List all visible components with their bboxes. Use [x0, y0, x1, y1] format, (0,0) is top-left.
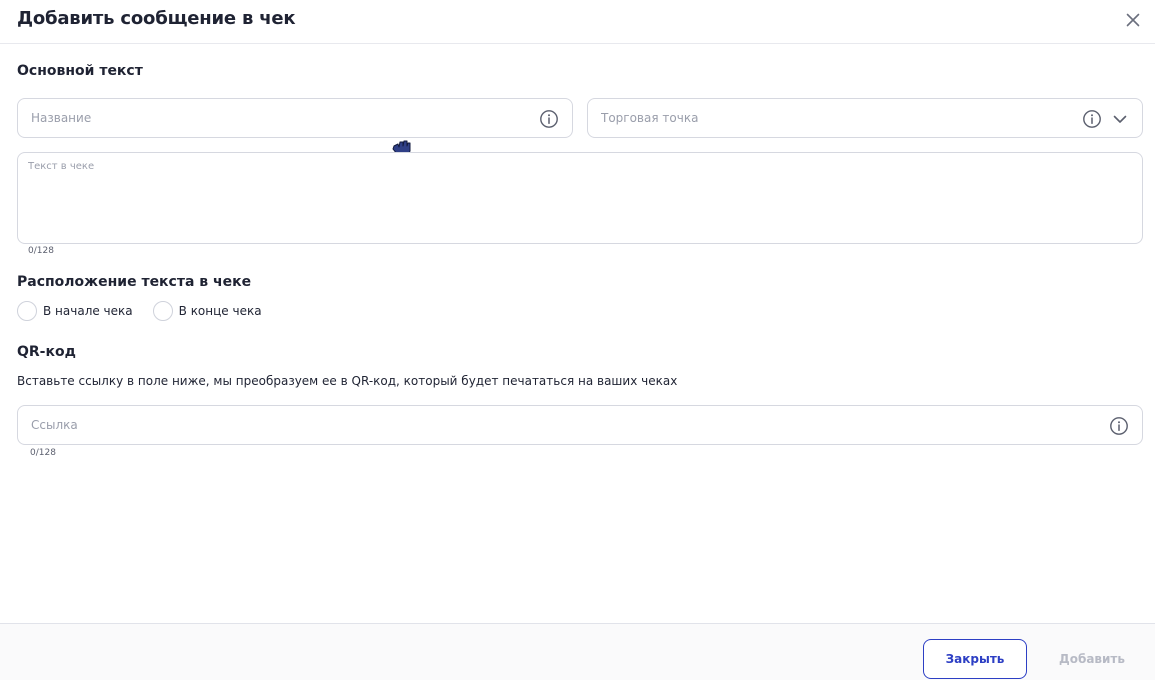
radio-circle[interactable] — [152, 301, 173, 321]
link-counter: 0/128 — [30, 448, 56, 458]
receipt-text-input[interactable] — [28, 161, 1132, 237]
radio-end-of-receipt[interactable]: В конце чека — [152, 301, 262, 321]
radio-label: В начале чека — [43, 304, 133, 318]
add-receipt-message-dialog: Добавить сообщение в чек Основной текст … — [0, 0, 1155, 680]
close-icon[interactable] — [1123, 10, 1143, 30]
link-field[interactable] — [17, 405, 1143, 445]
dialog-header: Добавить сообщение в чек — [0, 0, 1155, 44]
store-input[interactable] — [601, 99, 1095, 137]
close-button[interactable]: Закрыть — [923, 639, 1027, 679]
position-heading: Расположение текста в чеке — [17, 274, 252, 290]
store-select[interactable] — [587, 98, 1143, 138]
radio-label: В конце чека — [178, 304, 262, 318]
name-input[interactable] — [31, 99, 525, 137]
position-radio-group: В начале чека В конце чека — [17, 300, 282, 322]
radio-circle[interactable] — [17, 301, 37, 321]
name-field[interactable] — [17, 98, 573, 138]
info-icon[interactable] — [1082, 109, 1102, 129]
dialog-title: Добавить сообщение в чек — [17, 8, 296, 29]
link-input[interactable] — [31, 406, 1095, 444]
receipt-text-field[interactable] — [17, 152, 1143, 244]
dialog-footer: Закрыть Добавить — [0, 623, 1155, 680]
qr-heading: QR-код — [17, 344, 76, 360]
chevron-down-icon[interactable] — [1112, 111, 1128, 127]
receipt-text-counter: 0/128 — [28, 246, 54, 256]
radio-start-of-receipt[interactable]: В начале чека — [17, 301, 133, 321]
main-text-heading: Основной текст — [17, 63, 143, 79]
add-button[interactable]: Добавить — [1040, 639, 1144, 679]
qr-description: Вставьте ссылку в поле ниже, мы преобраз… — [17, 374, 678, 388]
info-icon[interactable] — [1109, 416, 1129, 436]
info-icon[interactable] — [539, 109, 559, 129]
